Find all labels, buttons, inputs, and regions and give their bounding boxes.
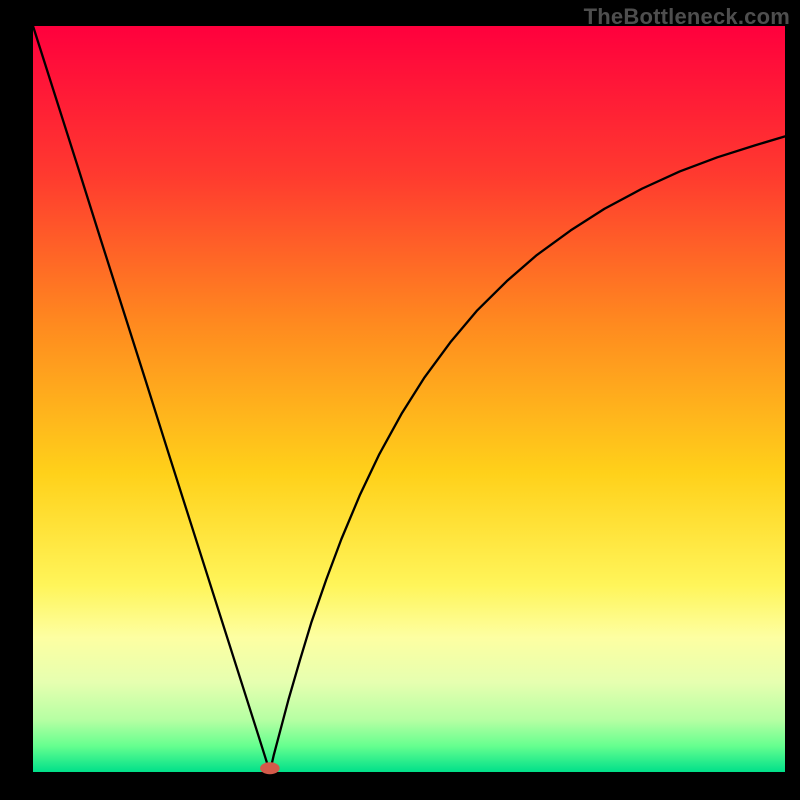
chart-svg (0, 0, 800, 800)
watermark-label: TheBottleneck.com (584, 4, 790, 30)
plot-area (33, 26, 785, 772)
minimum-marker (260, 762, 280, 774)
chart-stage: TheBottleneck.com (0, 0, 800, 800)
